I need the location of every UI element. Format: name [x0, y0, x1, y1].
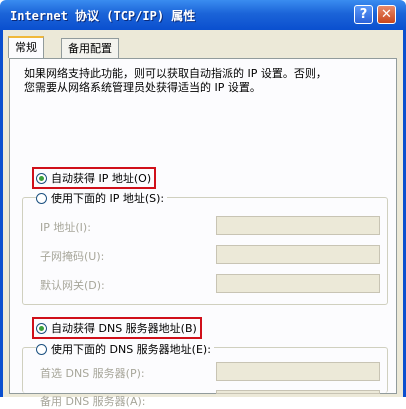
- tab-panel-general: 如果网络支持此功能，则可以获取自动指派的 IP 设置。否则， 您需要从网络系统管…: [9, 58, 397, 408]
- tab-general[interactable]: 常规: [8, 36, 44, 58]
- auto-dns-radio[interactable]: 自动获得 DNS 服务器地址(B): [32, 317, 202, 339]
- manual-ip-label: 使用下面的 IP 地址(S):: [51, 192, 165, 205]
- radio-selected-icon: [36, 322, 47, 334]
- dialog-body: 常规 备用配置 如果网络支持此功能，则可以获取自动指派的 IP 设置。否则， 您…: [0, 30, 406, 408]
- radio-unselected-icon: [36, 343, 47, 355]
- preferred-dns-field: [216, 362, 380, 381]
- radio-unselected-icon: [36, 192, 47, 204]
- description-text: 如果网络支持此功能，则可以获取自动指派的 IP 设置。否则， 您需要从网络系统管…: [24, 67, 384, 95]
- manual-ip-radio[interactable]: 使用下面的 IP 地址(S):: [36, 190, 168, 206]
- alternate-dns-field: [216, 390, 380, 394]
- manual-dns-label: 使用下面的 DNS 服务器地址(E):: [51, 343, 211, 356]
- subnet-mask-field: [216, 245, 380, 264]
- auto-dns-label: 自动获得 DNS 服务器地址(B): [51, 322, 197, 335]
- tab-alternate-config[interactable]: 备用配置: [61, 38, 119, 58]
- default-gateway-label: 默认网关(D):: [40, 279, 105, 292]
- alternate-dns-label: 备用 DNS 服务器(A):: [40, 395, 146, 408]
- radio-selected-icon: [36, 172, 47, 184]
- title-bar[interactable]: Internet 协议 (TCP/IP) 属性 ? ✕: [0, 0, 406, 30]
- auto-ip-label: 自动获得 IP 地址(O): [51, 172, 152, 185]
- window-title: Internet 协议 (TCP/IP) 属性: [10, 9, 196, 23]
- default-gateway-field: [216, 274, 380, 293]
- help-icon: ?: [359, 7, 368, 22]
- preferred-dns-label: 首选 DNS 服务器(P):: [40, 367, 145, 380]
- help-button[interactable]: ?: [354, 5, 373, 24]
- description-line-1: 如果网络支持此功能，则可以获取自动指派的 IP 设置。否则，: [24, 67, 327, 80]
- ip-address-label: IP 地址(I):: [40, 221, 91, 234]
- ip-address-field: [216, 216, 380, 235]
- subnet-mask-label: 子网掩码(U):: [40, 250, 105, 263]
- manual-dns-radio[interactable]: 使用下面的 DNS 服务器地址(E):: [36, 341, 214, 357]
- auto-ip-radio[interactable]: 自动获得 IP 地址(O): [32, 167, 157, 189]
- close-button[interactable]: ✕: [377, 5, 396, 24]
- description-line-2: 您需要从网络系统管理员处获得适当的 IP 设置。: [24, 81, 261, 94]
- close-icon: ✕: [381, 7, 392, 22]
